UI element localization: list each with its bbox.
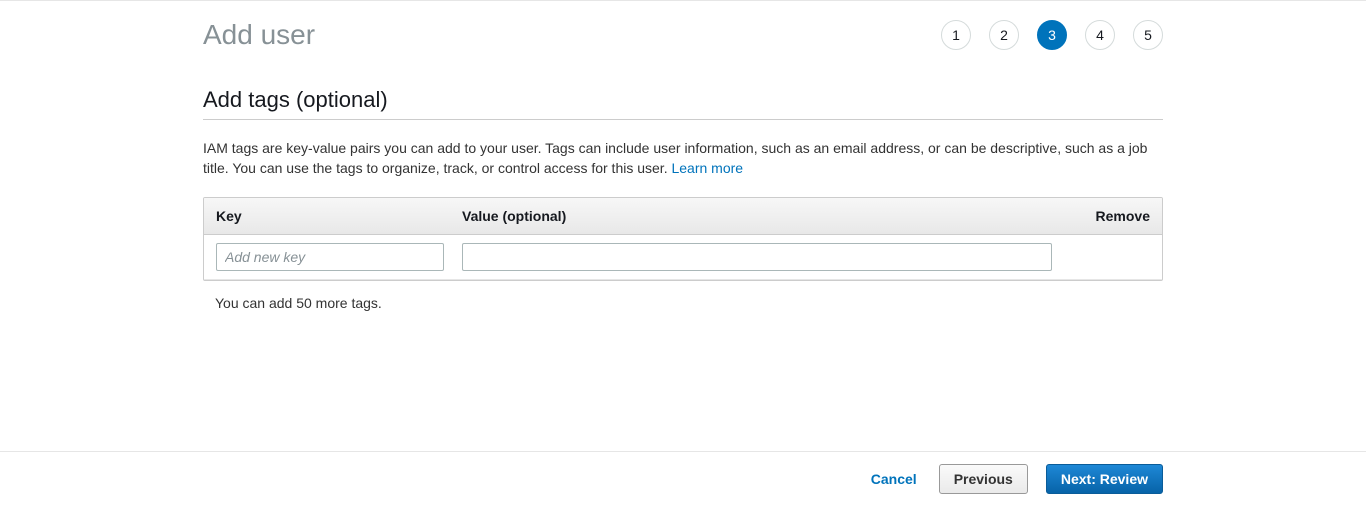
col-header-value: Value (optional): [462, 208, 1070, 224]
tag-key-input[interactable]: [216, 243, 444, 271]
step-5[interactable]: 5: [1133, 20, 1163, 50]
step-2[interactable]: 2: [989, 20, 1019, 50]
tag-row: [204, 235, 1162, 280]
step-1[interactable]: 1: [941, 20, 971, 50]
wizard-stepper: 1 2 3 4 5: [941, 20, 1163, 50]
cancel-button[interactable]: Cancel: [867, 465, 921, 493]
page-title: Add user: [203, 19, 315, 51]
footer-inner: Cancel Previous Next: Review: [203, 452, 1163, 506]
step-4[interactable]: 4: [1085, 20, 1115, 50]
tags-table: Key Value (optional) Remove: [203, 197, 1163, 281]
page: Add user 1 2 3 4 5 Add tags (optional) I…: [0, 0, 1366, 506]
section-description: IAM tags are key-value pairs you can add…: [203, 138, 1163, 179]
tag-value-cell: [462, 243, 1070, 271]
step-3[interactable]: 3: [1037, 20, 1067, 50]
tags-header-row: Key Value (optional) Remove: [204, 198, 1162, 235]
section-title: Add tags (optional): [203, 87, 1163, 120]
col-header-key: Key: [216, 208, 462, 224]
tag-key-cell: [216, 243, 462, 271]
learn-more-link[interactable]: Learn more: [671, 160, 743, 176]
header-row: Add user 1 2 3 4 5: [203, 19, 1163, 51]
col-header-remove: Remove: [1070, 208, 1150, 224]
tags-hint: You can add 50 more tags.: [203, 281, 1163, 311]
content-container: Add user 1 2 3 4 5 Add tags (optional) I…: [203, 1, 1163, 311]
previous-button[interactable]: Previous: [939, 464, 1028, 494]
tag-value-input[interactable]: [462, 243, 1052, 271]
footer-bar: Cancel Previous Next: Review: [0, 451, 1366, 506]
next-review-button[interactable]: Next: Review: [1046, 464, 1163, 494]
